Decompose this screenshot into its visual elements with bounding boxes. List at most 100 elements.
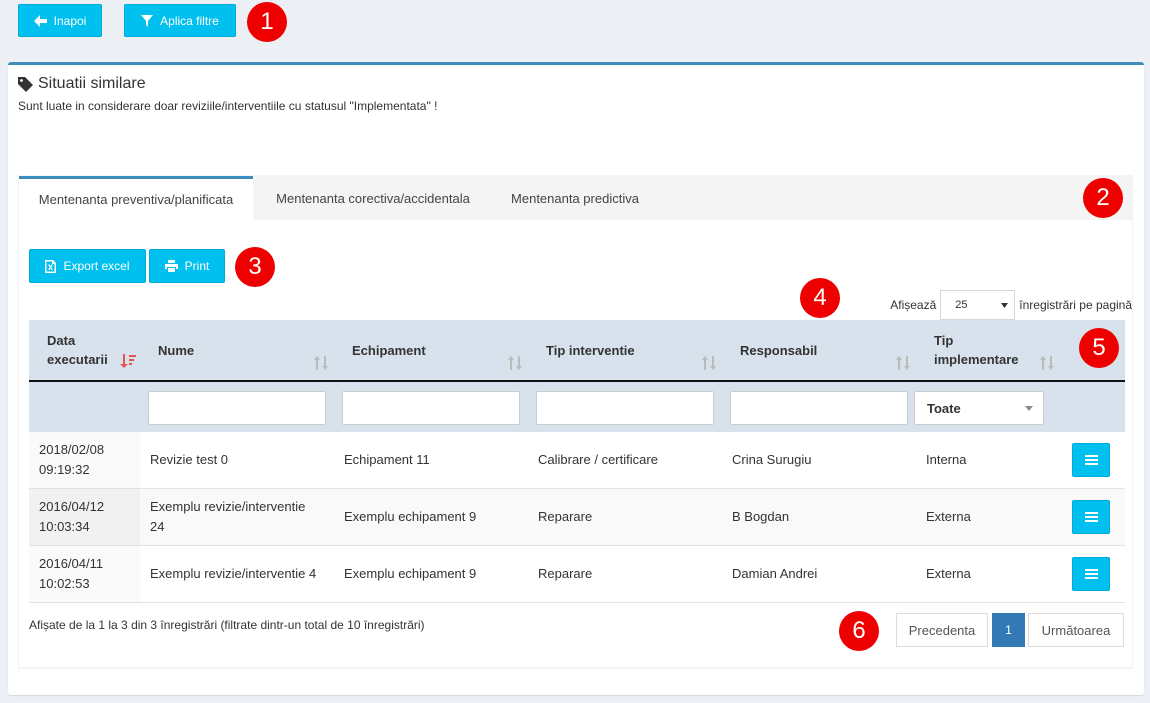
table-row: 2016/04/12 10:03:34 Exemplu revizie/inter… <box>29 489 1125 546</box>
table-header: Data executarii Nume Echipament Tip inter… <box>29 320 1125 382</box>
cell-intervention-type-text: Reparare <box>538 566 593 581</box>
cell-name: Exemplu revizie/interventie 24 <box>150 489 330 545</box>
page-length-prefix: Afișează <box>890 298 937 312</box>
tab-corrective-label: Mentenanta corectiva/accidentala <box>276 190 470 206</box>
cell-responsible: B Bogdan <box>732 489 912 545</box>
cell-intervention-type-text: Calibrare / certificare <box>538 452 658 467</box>
cell-date-time: 09:19:32 <box>39 462 90 477</box>
marker-3: 3 <box>235 247 275 287</box>
cell-equipment: Exemplu echipament 9 <box>344 546 524 602</box>
cell-date-day: 2018/02/08 <box>39 442 105 457</box>
back-button-label: Inapoi <box>53 13 87 28</box>
print-button[interactable]: Print <box>149 249 225 283</box>
cell-equipment-text: Echipament 11 <box>344 452 430 467</box>
cell-intervention-type-text: Reparare <box>538 509 593 524</box>
column-impl-line1: Tip <box>934 333 954 348</box>
cell-name-line1: Exemplu revizie/interventie <box>150 499 306 514</box>
cell-intervention-type: Reparare <box>538 546 718 602</box>
cell-date-day: 2016/04/12 <box>39 499 105 514</box>
column-date-line2: executarii <box>47 352 108 367</box>
tag-icon <box>18 76 33 92</box>
table-row: 2018/02/08 09:19:32 Revizie test 0 Echipa… <box>29 432 1125 489</box>
cell-date-time: 10:02:53 <box>39 576 90 591</box>
page-length-select[interactable]: 25 <box>940 290 1016 320</box>
marker-1: 1 <box>247 2 287 42</box>
filter-responsible-input[interactable] <box>730 391 908 425</box>
column-name-label: Nume <box>158 342 195 358</box>
similar-situations-box: Situatii similare Sunt luate in consider… <box>8 62 1144 695</box>
cell-date: 2016/04/12 10:03:34 <box>29 489 140 545</box>
row-details-button[interactable] <box>1072 443 1110 477</box>
tab-bar: Mentenanta preventiva/planificata Menten… <box>19 176 1132 220</box>
column-intervention-type-label: Tip interventie <box>546 342 635 358</box>
cell-responsible-text: B Bogdan <box>732 509 790 524</box>
cell-date-time: 10:03:34 <box>39 519 90 534</box>
pagination-page-1[interactable]: 1 <box>992 613 1025 647</box>
box-title: Situatii similare <box>18 75 146 93</box>
marker-6: 6 <box>839 611 879 651</box>
cell-intervention-type: Calibrare / certificare <box>538 432 718 488</box>
menu-icon <box>1084 455 1098 465</box>
page-length-value: 25 <box>955 299 968 311</box>
sort-both-icon <box>896 356 910 370</box>
pagination-next[interactable]: Următoarea <box>1028 613 1124 647</box>
filter-name-input[interactable] <box>148 391 326 425</box>
column-impl-line2: implementare <box>934 352 1019 367</box>
table-row: 2016/04/11 10:02:53 Exemplu revizie/inter… <box>29 546 1125 603</box>
filter-intervention-type-input[interactable] <box>536 391 714 425</box>
arrow-left-icon <box>33 14 47 27</box>
sort-both-icon <box>1040 356 1054 370</box>
cell-name-line2: 24 <box>150 519 165 534</box>
column-header-intervention-type[interactable]: Tip interventie <box>528 320 722 380</box>
cell-date: 2018/02/08 09:19:32 <box>29 432 140 488</box>
tab-predictive[interactable]: Mentenanta predictiva <box>490 176 660 220</box>
cell-responsible-text: Damian Andrei <box>732 566 818 581</box>
column-header-responsible[interactable]: Responsabil <box>722 320 916 380</box>
page-length-suffix: înregistrări pe pagină <box>1019 298 1132 312</box>
cell-equipment-text: Exemplu echipament 9 <box>344 509 477 524</box>
cell-implementation-text: Externa <box>926 566 971 581</box>
sort-both-icon <box>508 356 522 370</box>
cell-intervention-type: Reparare <box>538 489 718 545</box>
column-filters-row: Toate <box>29 382 1125 432</box>
cell-implementation: Interna <box>926 432 1056 488</box>
column-header-equipment[interactable]: Echipament <box>334 320 528 380</box>
maintenance-tab-panel: Mentenanta preventiva/planificata Menten… <box>18 175 1133 668</box>
cell-responsible: Damian Andrei <box>732 546 912 602</box>
tab-predictive-label: Mentenanta predictiva <box>511 190 639 206</box>
cell-implementation-text: Externa <box>926 509 971 524</box>
export-excel-label: Export excel <box>63 259 130 273</box>
row-details-button[interactable] <box>1072 500 1110 534</box>
column-header-date[interactable]: Data executarii <box>29 320 140 380</box>
print-label: Print <box>184 259 210 273</box>
cell-name-line1: Revizie test 0 <box>150 452 229 467</box>
back-button[interactable]: Inapoi <box>18 4 102 37</box>
pagination-previous[interactable]: Precedenta <box>896 613 988 647</box>
sort-both-icon <box>702 356 716 370</box>
marker-2: 2 <box>1083 178 1123 218</box>
cell-implementation-text: Interna <box>926 452 967 467</box>
export-excel-button[interactable]: Export excel <box>29 249 146 283</box>
cell-equipment: Echipament 11 <box>344 432 524 488</box>
column-header-name[interactable]: Nume <box>140 320 334 380</box>
page-length-control: Afișează 25 înregistrări pe pagină <box>890 290 1132 320</box>
marker-5: 5 <box>1079 328 1119 368</box>
filter-implementation-select[interactable]: Toate <box>914 391 1044 425</box>
cell-implementation: Externa <box>926 489 1056 545</box>
tab-preventive[interactable]: Mentenanta preventiva/planificata <box>19 176 253 220</box>
tab-preventive-label: Mentenanta preventiva/planificata <box>38 192 234 207</box>
row-details-button[interactable] <box>1072 557 1110 591</box>
cell-date: 2016/04/11 10:02:53 <box>29 546 140 602</box>
filter-implementation-value: Toate <box>927 400 961 416</box>
sort-desc-icon <box>120 354 136 368</box>
excel-file-icon <box>45 259 57 273</box>
filter-equipment-input[interactable] <box>342 391 520 425</box>
printer-icon <box>164 260 178 272</box>
marker-4: 4 <box>800 278 840 318</box>
tab-corrective[interactable]: Mentenanta corectiva/accidentala <box>256 176 490 220</box>
cell-name: Revizie test 0 <box>150 432 330 488</box>
apply-filters-button[interactable]: Aplica filtre <box>124 4 236 37</box>
cell-name: Exemplu revizie/interventie 4 <box>150 546 330 602</box>
column-equipment-label: Echipament <box>352 342 426 358</box>
column-header-implementation-type[interactable]: Tip implementare <box>916 320 1060 380</box>
